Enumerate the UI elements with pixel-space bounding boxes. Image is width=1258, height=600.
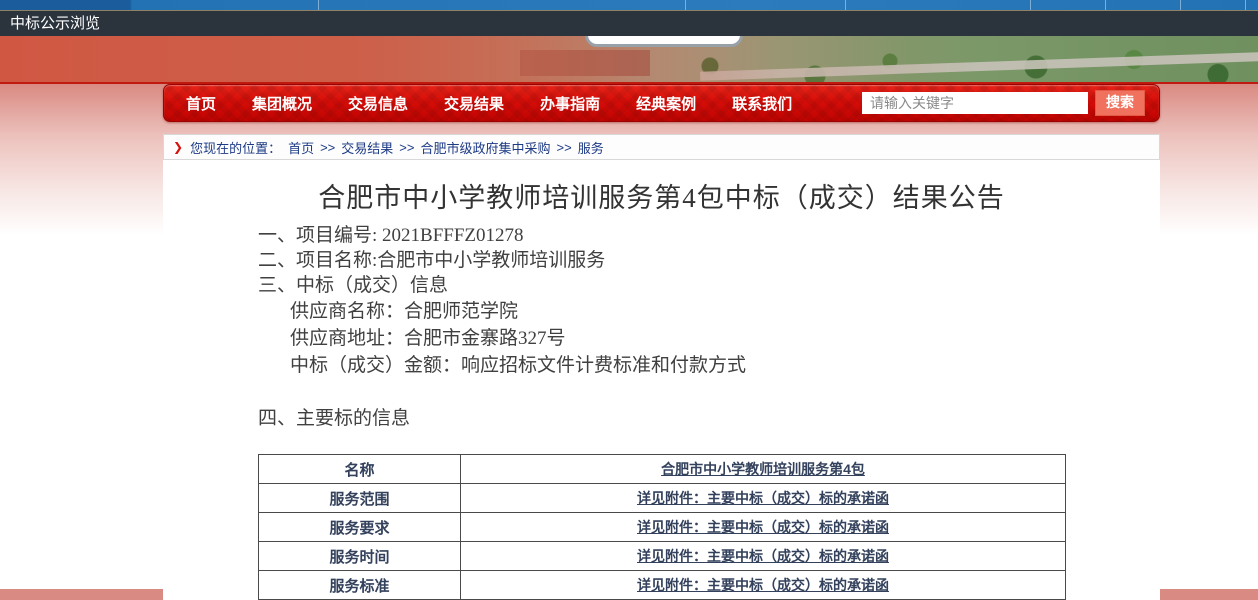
row-link-attachment[interactable]: 详见附件：主要中标（成交）标的承诺函 (637, 548, 889, 564)
row-label-name: 名称 (259, 455, 461, 484)
table-row: 服务范围 详见附件：主要中标（成交）标的承诺函 (259, 484, 1066, 513)
row-link-attachment[interactable]: 详见附件：主要中标（成交）标的承诺函 (637, 577, 889, 593)
nav-item-service-guide[interactable]: 办事指南 (540, 93, 600, 114)
announcement-title: 合肥市中小学教师培训服务第4包中标（成交）结果公告 (163, 176, 1160, 215)
search-input[interactable] (862, 92, 1088, 114)
tab-divider (1245, 0, 1246, 10)
table-row: 服务要求 详见附件：主要中标（成交）标的承诺函 (259, 513, 1066, 542)
banner-image (0, 36, 1258, 84)
table-row: 服务时间 详见附件：主要中标（成交）标的承诺函 (259, 542, 1066, 571)
search-group: 搜索 (862, 90, 1145, 116)
breadcrumb-separator: >> (557, 140, 572, 155)
window-title: 中标公示浏览 (10, 15, 100, 32)
breadcrumb-item-home[interactable]: 首页 (288, 138, 314, 157)
breadcrumb-item-service[interactable]: 服务 (578, 138, 604, 157)
clipped-search-pill (585, 36, 743, 47)
browser-tab-strip[interactable] (0, 0, 1258, 11)
breadcrumb-separator: >> (320, 140, 335, 155)
breadcrumb-arrow-icon: ❯ (173, 140, 183, 154)
row-link-name[interactable]: 合肥市中小学教师培训服务第4包 (661, 461, 865, 477)
row-label-service-requirements: 服务要求 (259, 513, 461, 542)
main-subject-heading: 四、主要标的信息 (258, 403, 1160, 430)
main-nav: 首页 集团概况 交易信息 交易结果 办事指南 经典案例 联系我们 搜索 (163, 84, 1160, 122)
bid-subject-table: 名称 合肥市中小学教师培训服务第4包 服务范围 详见附件：主要中标（成交）标的承… (258, 454, 1066, 600)
row-label-service-time: 服务时间 (259, 542, 461, 571)
tab-divider (1105, 0, 1106, 10)
tab-divider (1180, 0, 1181, 10)
tab-divider (1030, 0, 1031, 10)
nav-item-group-overview[interactable]: 集团概况 (252, 93, 312, 114)
project-name-line: 二、项目名称:合肥市中小学教师培训服务 (258, 248, 1160, 273)
table-row: 服务标准 详见附件：主要中标（成交）标的承诺函 (259, 571, 1066, 600)
nav-item-home[interactable]: 首页 (186, 93, 216, 114)
tab-divider (318, 0, 319, 10)
supplier-name-line: 供应商名称：合肥师范学院 (290, 298, 1160, 325)
table-row: 名称 合肥市中小学教师培训服务第4包 (259, 455, 1066, 484)
page-title-bar: 中标公示浏览 (0, 11, 1258, 36)
breadcrumb-item-trade-results[interactable]: 交易结果 (341, 138, 393, 157)
breadcrumb: ❯ 您现在的位置： 首页 >> 交易结果 >> 合肥市级政府集中采购 >> 服务 (163, 134, 1160, 160)
content-column: 首页 集团概况 交易信息 交易结果 办事指南 经典案例 联系我们 搜索 ❯ 您现… (163, 84, 1160, 600)
search-button[interactable]: 搜索 (1095, 90, 1145, 116)
supplier-address-line: 供应商地址：合肥市金寨路327号 (290, 325, 1160, 352)
row-link-attachment[interactable]: 详见附件：主要中标（成交）标的承诺函 (637, 490, 889, 506)
breadcrumb-separator: >> (399, 140, 414, 155)
row-label-service-scope: 服务范围 (259, 484, 461, 513)
row-link-attachment[interactable]: 详见附件：主要中标（成交）标的承诺函 (637, 519, 889, 535)
row-label-service-standard: 服务标准 (259, 571, 461, 600)
breadcrumb-label: 您现在的位置： (190, 138, 281, 157)
announcement-document: 合肥市中小学教师培训服务第4包中标（成交）结果公告 一、项目编号: 2021BF… (163, 160, 1160, 600)
breadcrumb-item-city-procurement[interactable]: 合肥市级政府集中采购 (420, 138, 550, 157)
award-amount-line: 中标（成交）金额：响应招标文件计费标准和付款方式 (290, 352, 1160, 379)
nav-item-contact-us[interactable]: 联系我们 (732, 93, 792, 114)
award-info-heading: 三、中标（成交）信息 (258, 273, 1160, 298)
tab-divider (845, 0, 846, 10)
nav-item-trade-info[interactable]: 交易信息 (348, 93, 408, 114)
project-number-line: 一、项目编号: 2021BFFFZ01278 (258, 223, 1160, 248)
nav-item-classic-cases[interactable]: 经典案例 (636, 93, 696, 114)
nav-item-trade-results[interactable]: 交易结果 (444, 93, 504, 114)
tab-divider (685, 0, 686, 10)
